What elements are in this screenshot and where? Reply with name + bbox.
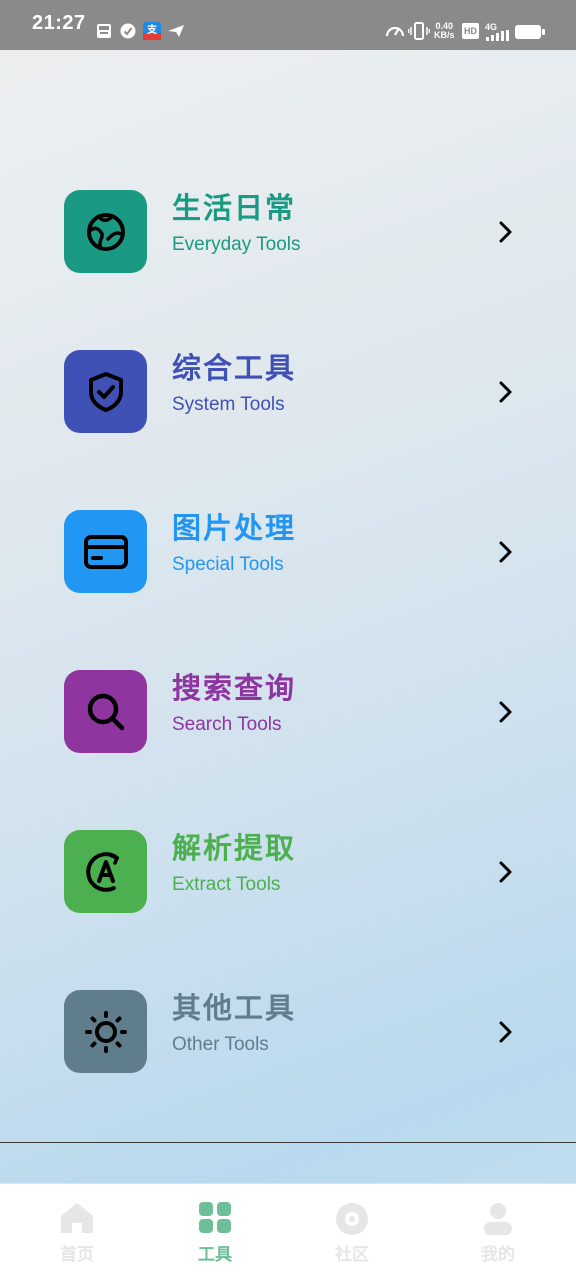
card-icon <box>83 534 128 569</box>
menu-title: 其他工具 <box>172 991 297 1025</box>
menu-icon-box <box>64 670 147 753</box>
menu-item-extract-tools[interactable]: 解析提取 Extract Tools <box>0 821 576 921</box>
menu-subtitle: Search Tools <box>172 714 282 735</box>
user-icon <box>484 1203 512 1235</box>
nav-item-community[interactable]: 社区 <box>280 1184 424 1280</box>
status-bar: 21:27 支 0.40 KB/s HD 4G <box>0 0 576 50</box>
hd-icon: HD <box>462 23 479 39</box>
nav-item-profile[interactable]: 我的 <box>426 1184 570 1280</box>
bottom-navigation: 首页 工具 社区 我的 <box>0 1183 576 1280</box>
menu-icon-box <box>64 510 147 593</box>
nav-label: 社区 <box>335 1245 369 1265</box>
grid-icon <box>199 1202 231 1233</box>
menu-item-search-tools[interactable]: 搜索查询 Search Tools <box>0 661 576 761</box>
app-icon: 支 <box>143 22 161 40</box>
chevron-right-icon <box>499 861 512 883</box>
search-icon <box>87 693 124 730</box>
nav-label: 我的 <box>481 1245 515 1265</box>
menu-icon-box <box>64 830 147 913</box>
extract-a-icon <box>85 851 126 892</box>
menu-title: 搜索查询 <box>172 671 297 705</box>
nav-label: 首页 <box>60 1245 94 1265</box>
menu-title: 综合工具 <box>172 351 297 385</box>
vibrate-icon <box>408 22 430 40</box>
signal-icon <box>486 30 509 41</box>
menu-item-special-tools[interactable]: 图片处理 Special Tools <box>0 501 576 601</box>
menu-title: 生活日常 <box>172 191 297 225</box>
disc-icon <box>336 1203 368 1235</box>
menu-item-everyday-tools[interactable]: 生活日常 Everyday Tools <box>0 181 576 281</box>
chevron-right-icon <box>499 1021 512 1043</box>
menu-subtitle: Special Tools <box>172 554 284 575</box>
menu-icon-box <box>64 990 147 1073</box>
content-divider <box>0 1142 576 1143</box>
globe-icon <box>86 212 125 251</box>
menu-subtitle: Extract Tools <box>172 874 281 895</box>
send-icon <box>168 25 184 37</box>
menu-subtitle: System Tools <box>172 394 285 415</box>
notification-icon <box>97 24 111 38</box>
menu-subtitle: Other Tools <box>172 1034 269 1055</box>
nav-item-tools[interactable]: 工具 <box>143 1184 287 1280</box>
network-speed: 0.40 KB/s <box>434 22 455 40</box>
menu-item-other-tools[interactable]: 其他工具 Other Tools <box>0 981 576 1081</box>
nav-label: 工具 <box>198 1245 232 1265</box>
svg-text:支: 支 <box>146 23 158 36</box>
menu-icon-box <box>64 350 147 433</box>
home-icon <box>61 1203 93 1233</box>
speedometer-icon <box>385 26 405 37</box>
sun-icon <box>84 1010 127 1053</box>
chevron-right-icon <box>499 701 512 723</box>
check-icon <box>120 23 136 39</box>
menu-item-system-tools[interactable]: 综合工具 System Tools <box>0 341 576 441</box>
shield-check-icon <box>88 371 123 412</box>
chevron-right-icon <box>499 541 512 563</box>
battery-icon <box>515 25 545 39</box>
status-time: 21:27 <box>32 12 86 34</box>
nav-item-home[interactable]: 首页 <box>5 1184 149 1280</box>
chevron-right-icon <box>499 381 512 403</box>
menu-subtitle: Everyday Tools <box>172 234 301 255</box>
menu-title: 图片处理 <box>172 511 297 545</box>
menu-title: 解析提取 <box>172 831 297 865</box>
chevron-right-icon <box>499 221 512 243</box>
menu-icon-box <box>64 190 147 273</box>
speed-unit: KB/s <box>434 30 455 40</box>
